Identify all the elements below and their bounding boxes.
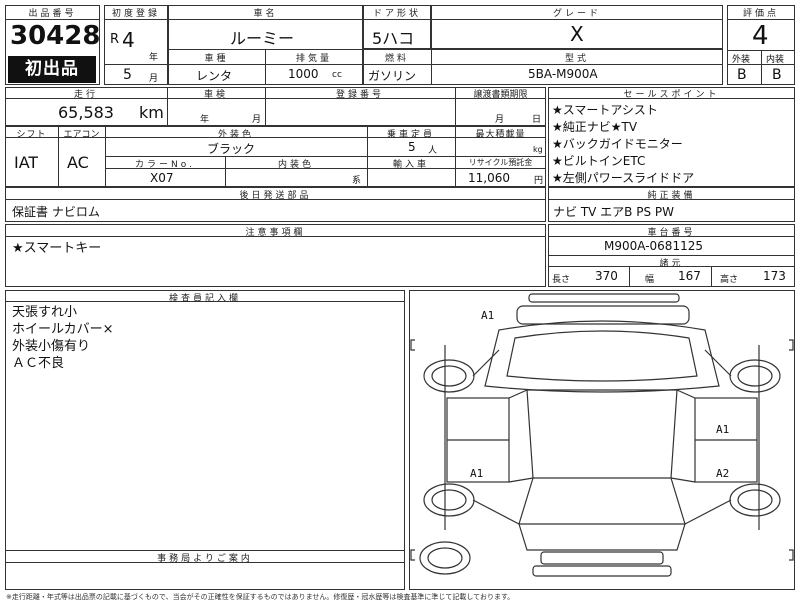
lot-number: 30428 xyxy=(10,21,101,51)
first-listing-badge: 初出品 xyxy=(8,56,96,83)
color-no: X07 xyxy=(150,171,174,185)
sales-point: ★ビルトインETC xyxy=(552,154,646,168)
model-header: 型式 xyxy=(564,54,589,64)
mileage-header: 走行 xyxy=(73,90,98,100)
displacement-unit: cc xyxy=(332,70,342,80)
inspector-note: ホイールカバー× xyxy=(12,322,114,337)
sales-point: ★左側パワースライドドア xyxy=(552,171,695,185)
capacity: 5 xyxy=(408,140,416,154)
reg-month-unit: 月 xyxy=(149,74,159,84)
door-type-header: ドア形状 xyxy=(372,9,421,19)
auction-sheet: 出品番号 30428 初出品 初度登録 R 4 年 5 月 車名 ルーミー ドア… xyxy=(0,0,800,600)
import-car-header: 輸入車 xyxy=(392,160,429,170)
inspector-note: ＡＣ不良 xyxy=(12,356,65,371)
dimensions-header: 諸元 xyxy=(659,259,684,269)
recycle-fee-header: リサイクル預託金 xyxy=(468,158,533,167)
capacity-unit: 人 xyxy=(428,146,438,156)
notes-header: 注意事項欄 xyxy=(245,228,306,238)
height: 173 xyxy=(763,269,786,283)
max-load-header: 最大積載量 xyxy=(475,130,526,140)
door-type: 5ハコ xyxy=(372,29,415,48)
note-line: ★スマートキー xyxy=(12,241,102,256)
reg-year: 4 xyxy=(122,28,135,52)
exterior-score: B xyxy=(737,67,747,83)
chassis-number: M900A-0681125 xyxy=(604,239,703,253)
parts-header: 後日発送部品 xyxy=(239,191,312,201)
shaken-header: 車検 xyxy=(203,90,228,100)
footer-disclaimer: ※走行距離・年式等は出品票の記載に基づくもので、当会がその正確性を保証するもので… xyxy=(6,593,515,600)
capacity-header: 乗車定員 xyxy=(386,130,435,140)
first-registration-header: 初度登録 xyxy=(111,9,160,19)
parts: 保証書 ナビロム xyxy=(12,205,100,219)
damage-mark-left-rear: A1 xyxy=(470,467,484,480)
displacement: 1000 xyxy=(288,67,319,81)
shaken-year-unit: 年 xyxy=(200,115,210,125)
mileage: 65,583 xyxy=(58,103,114,122)
reg-number-header: 登録番号 xyxy=(335,90,384,100)
aircon-header: エアコン xyxy=(63,130,100,140)
sales-point: ★バックガイドモニター xyxy=(552,137,683,151)
recycle-fee: 11,060 xyxy=(468,171,510,185)
body-type-header: 車種 xyxy=(204,54,229,64)
mileage-unit: km xyxy=(139,103,164,122)
height-label: 高さ xyxy=(720,275,739,285)
inspector-note: 外装小傷有り xyxy=(12,339,91,354)
fuel-header: 燃料 xyxy=(384,54,409,64)
damage-mark-right-rear: A2 xyxy=(716,467,730,480)
recycle-unit: 円 xyxy=(534,176,544,186)
width-label: 幅 xyxy=(645,275,655,285)
reg-month: 5 xyxy=(123,67,132,83)
inspector-note: 天張すれ小 xyxy=(12,305,78,320)
length-label: 長さ xyxy=(552,275,571,285)
sales-points-list: ★スマートアシスト ★純正ナビ★TV ★バックガイドモニター ★ビルトインETC… xyxy=(552,102,792,187)
equipment-header: 純正装備 xyxy=(647,191,696,201)
transfer-deadline-header: 譲渡書類期限 xyxy=(473,90,528,100)
shaken-month-unit: 月 xyxy=(252,115,262,125)
car-name-header: 車名 xyxy=(253,9,278,19)
chassis-header: 車台番号 xyxy=(647,228,696,238)
score: 4 xyxy=(752,21,769,51)
displacement-header: 排気量 xyxy=(295,54,332,64)
length: 370 xyxy=(595,269,618,283)
sales-point: ★純正ナビ★TV xyxy=(552,120,638,134)
car-name: ルーミー xyxy=(230,29,295,48)
interior-score: B xyxy=(772,67,782,83)
transfer-month-unit: 月 xyxy=(495,115,505,125)
ext-color-header: 外装色 xyxy=(217,130,254,140)
office-header: 事務局よりご案内 xyxy=(157,554,253,564)
body-type: レンタ xyxy=(196,69,233,83)
reg-year-unit: 年 xyxy=(149,53,159,63)
grade-header: グレード xyxy=(552,9,601,19)
aircon: AC xyxy=(67,153,89,172)
int-color-unit: 系 xyxy=(352,176,362,186)
damage-mark-front-left: A1 xyxy=(481,309,495,322)
inspector-header: 検査員記入欄 xyxy=(168,294,241,304)
score-header: 評価点 xyxy=(742,9,779,19)
color-no-header: カラーNo. xyxy=(135,160,195,170)
era: R xyxy=(110,32,120,47)
sales-point: ★スマートアシスト xyxy=(552,103,658,117)
damage-mark-right-front: A1 xyxy=(716,423,730,436)
car-diagram xyxy=(410,293,794,577)
sales-points-header: セールスポイント xyxy=(623,90,720,100)
width: 167 xyxy=(678,269,701,283)
max-load-unit: kg xyxy=(533,145,543,154)
int-color-header: 内装色 xyxy=(277,160,314,170)
lot-number-header: 出品番号 xyxy=(28,9,77,19)
transfer-day-unit: 日 xyxy=(532,115,542,125)
fuel: ガソリン xyxy=(368,69,417,83)
equipment: ナビ TV エアB PS PW xyxy=(553,205,674,219)
shift-header: シフト xyxy=(16,130,47,140)
model: 5BA-M900A xyxy=(528,67,598,81)
inspector-notes: 天張すれ小 ホイールカバー× 外装小傷有り ＡＣ不良 xyxy=(12,304,114,372)
ext-color: ブラック xyxy=(207,142,256,156)
shift: IAT xyxy=(14,153,39,172)
grade: X xyxy=(570,22,584,46)
